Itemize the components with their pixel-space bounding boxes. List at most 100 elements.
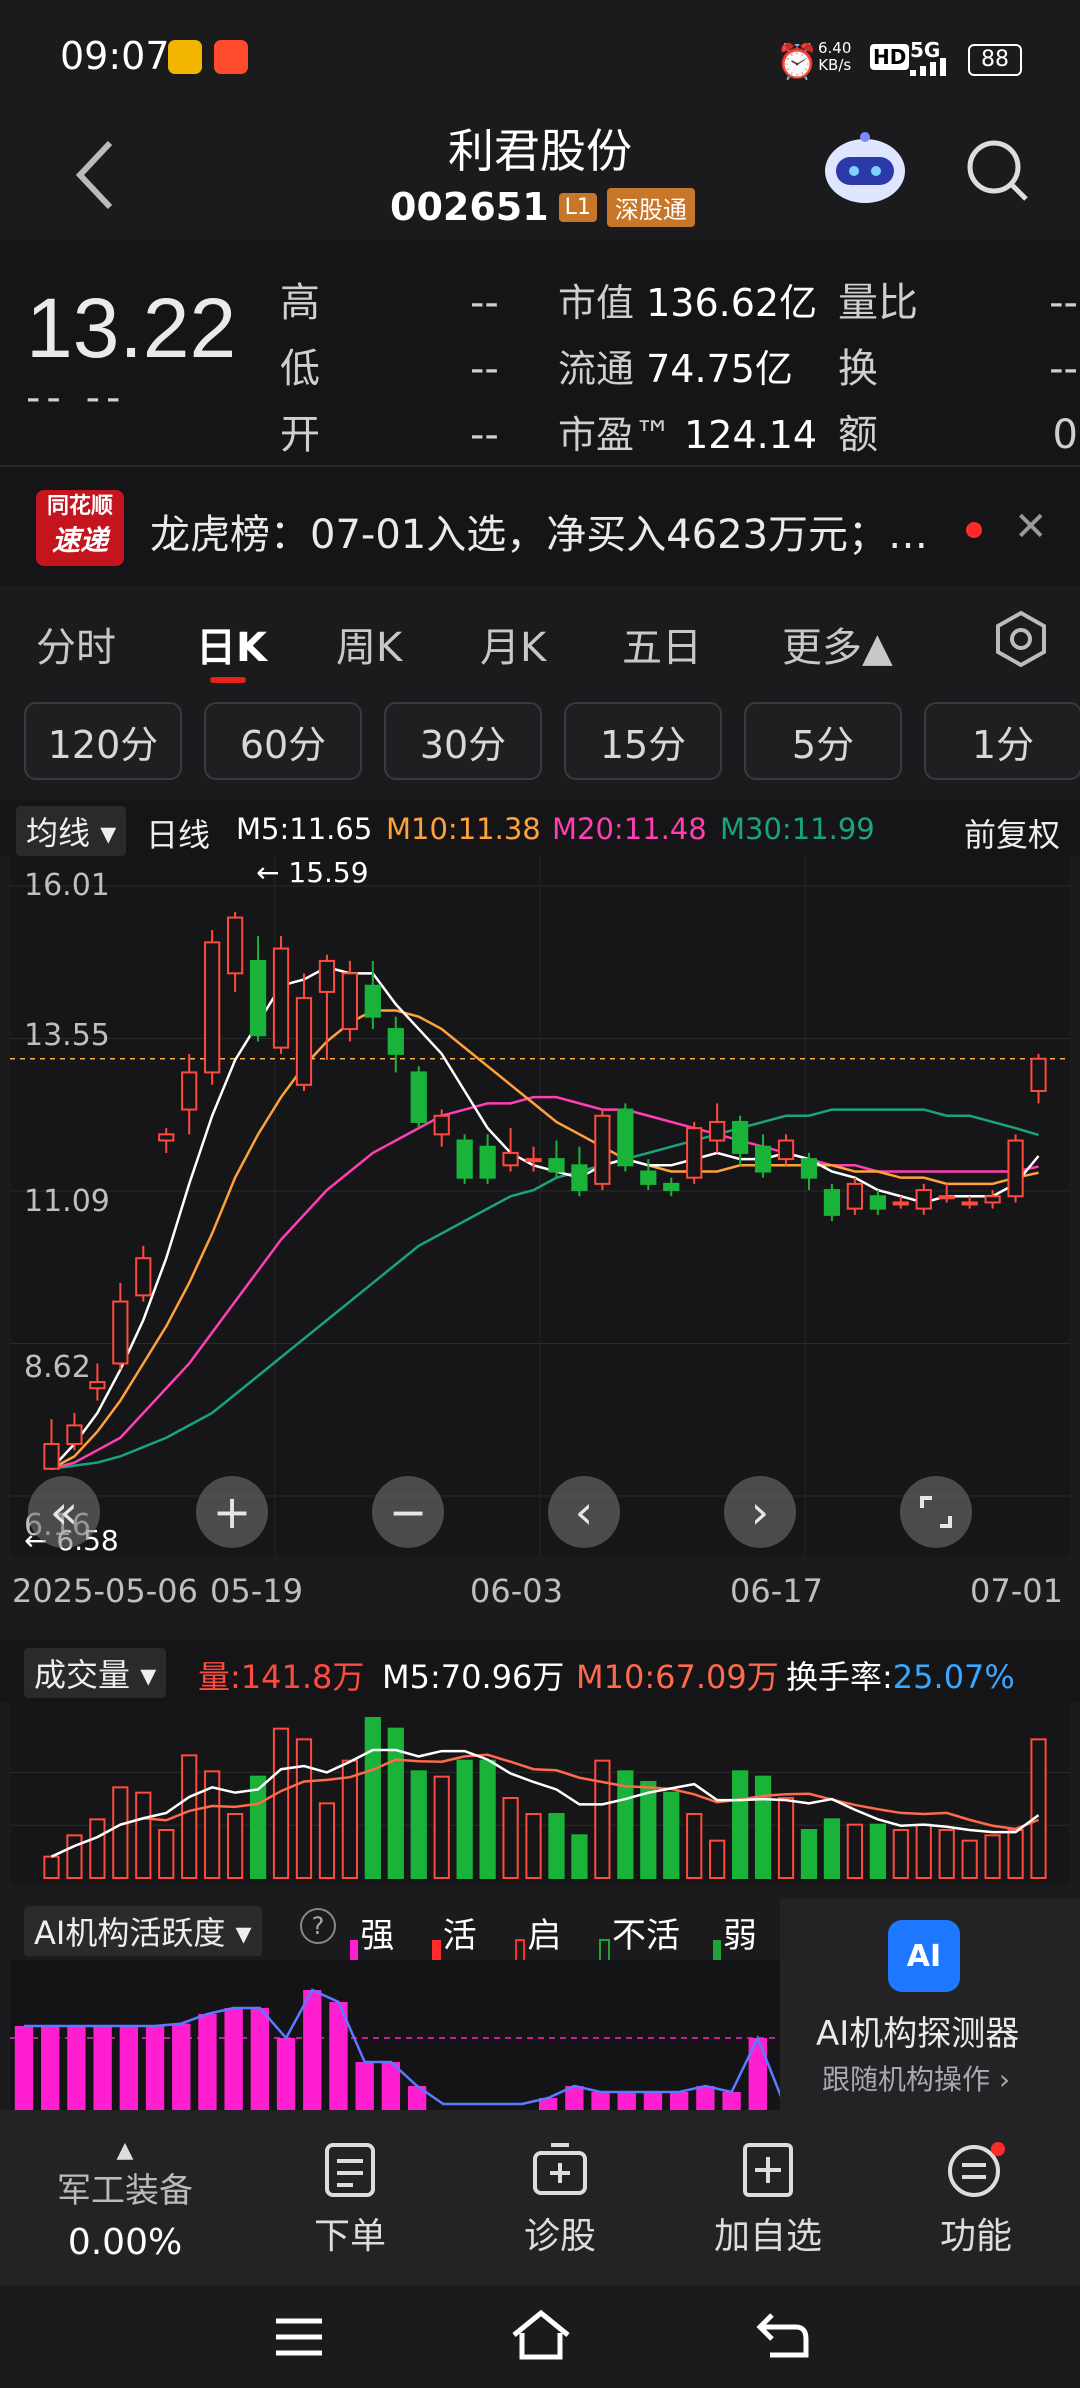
zoom-out-button[interactable]: − — [372, 1476, 444, 1548]
volume-chart[interactable] — [10, 1702, 1070, 1884]
volume-bar — [181, 1754, 198, 1879]
tab-five-day[interactable]: 五日 — [622, 615, 702, 673]
ai-activity-bar — [93, 2026, 112, 2110]
ai-detector-promo[interactable]: AI AI机构探测器 跟随机构操作 › — [780, 1898, 1080, 2110]
ai-activity-bar — [119, 2026, 138, 2110]
add-watchlist-icon — [743, 2143, 793, 2197]
ai-activity-bar — [303, 1990, 322, 2110]
candle-body — [869, 1195, 886, 1210]
stock-code: 002651 — [390, 185, 549, 229]
close-icon[interactable]: ✕ — [1014, 504, 1048, 550]
ai-activity-chart[interactable] — [10, 1960, 780, 2110]
low-label: 低 — [280, 346, 320, 392]
help-icon[interactable]: ? — [300, 1908, 336, 1944]
alarm-icon: ⏰ — [776, 42, 819, 82]
back-icon[interactable] — [70, 135, 120, 219]
amount-label: 额 — [838, 412, 878, 458]
high-value: -- — [470, 280, 499, 326]
order-button[interactable]: 下单 — [280, 2130, 420, 2270]
candle-body — [433, 1114, 450, 1136]
ai-activity-canvas — [10, 1988, 780, 2110]
ai-activity-selector[interactable]: AI机构活跃度 ▾ — [24, 1906, 262, 1956]
ai-activity-bar — [355, 2062, 374, 2110]
high-label: 高 — [280, 280, 320, 326]
volume-m5: M5:70.96万 — [382, 1658, 565, 1696]
candle-body — [456, 1139, 473, 1179]
candle-body — [686, 1127, 703, 1179]
news-ticker[interactable]: 同花顺 速递 龙虎榜：07-01入选，净买入4623万元；… ✕ — [0, 472, 1080, 582]
add-watchlist-button[interactable]: 加自选 — [698, 2130, 838, 2270]
chip-30min[interactable]: 30分 — [384, 702, 542, 780]
chip-5min[interactable]: 5分 — [744, 702, 902, 780]
candle-body — [548, 1158, 565, 1173]
volume-bar — [869, 1823, 886, 1879]
adjust-mode[interactable]: 前复权 — [964, 810, 1060, 856]
ai-activity-bar — [276, 2038, 296, 2110]
date-tick: 2025-05-06 — [12, 1572, 198, 1610]
volume-value: 量:141.8万 — [198, 1658, 365, 1696]
tab-intraday[interactable]: 分时 — [36, 615, 116, 673]
candle-body — [800, 1158, 818, 1179]
tab-more[interactable]: 更多▲ — [782, 615, 893, 673]
volume-bar — [66, 1834, 83, 1879]
ma20-value: M20:11.48 — [552, 812, 707, 846]
tab-weekly-k[interactable]: 周K — [336, 615, 402, 673]
ai-activity-legend: AI机构活跃度 ▾ ? 强势 活跃 启动 不活跃 弱势 — [0, 1898, 780, 2005]
ma10-value: M10:11.38 — [386, 812, 541, 846]
ai-activity-bar — [670, 2092, 689, 2110]
kline-chart[interactable]: 16.01 13.55 11.09 8.62 6.16 ← 15.59 ← 6.… — [10, 856, 1070, 1557]
scroll-left-button[interactable]: ‹ — [548, 1476, 620, 1548]
active-tab-indicator — [210, 677, 246, 683]
tab-monthly-k[interactable]: 月K — [480, 615, 546, 673]
volume-bar — [318, 1802, 336, 1879]
app-header: 利君股份 002651 L1 深股通 — [0, 115, 1080, 240]
price-tick: 13.55 — [24, 1018, 110, 1053]
ai-detector-subtitle: 跟随机构操作 › — [822, 2063, 1011, 2096]
float-label: 流通 — [558, 347, 635, 391]
sector-up-arrow-icon: ▲ — [116, 2137, 134, 2163]
fullscreen-icon[interactable] — [900, 1476, 972, 1548]
ai-activity-bar — [250, 2008, 270, 2110]
sector-item[interactable]: ▲ 军工装备 0.00% — [30, 2120, 220, 2280]
divider — [0, 465, 1080, 467]
ai-activity-bar — [617, 2092, 636, 2110]
scroll-right-button[interactable]: › — [724, 1476, 796, 1548]
functions-button[interactable]: 功能 — [906, 2130, 1046, 2270]
volume-bar — [686, 1813, 703, 1879]
home-icon[interactable] — [510, 2309, 572, 2365]
price-tick: 8.62 — [24, 1350, 91, 1385]
volume-bar — [571, 1834, 588, 1879]
candle-body — [158, 1133, 175, 1142]
ai-activity-bar — [643, 2092, 663, 2110]
hd-icon: HD — [870, 44, 910, 70]
menu-icon[interactable] — [274, 2315, 324, 2363]
diagnose-button[interactable]: 诊股 — [490, 2130, 630, 2270]
candle-body — [663, 1182, 680, 1192]
ma-selector[interactable]: 均线 ▾ — [16, 806, 127, 856]
scroll-left-fast-button[interactable]: « — [28, 1476, 100, 1548]
market-badge: 深股通 — [606, 187, 695, 227]
search-icon[interactable] — [962, 135, 1032, 209]
diagnose-label: 诊股 — [523, 2216, 596, 2257]
diagnose-icon — [533, 2143, 587, 2195]
robot-assistant-icon[interactable] — [820, 127, 910, 211]
settings-hex-icon[interactable] — [994, 609, 1048, 673]
volume-bar — [731, 1770, 749, 1879]
ma30-line — [51, 1108, 1039, 1470]
volume-bar — [112, 1786, 129, 1879]
back-nav-icon[interactable] — [756, 2311, 810, 2365]
volume-selector[interactable]: 成交量 ▾ — [24, 1648, 167, 1698]
tab-daily-k[interactable]: 日K — [196, 615, 267, 673]
ma10-line — [50, 1009, 1039, 1470]
minute-period-chips: 120分 60分 30分 15分 5分 1分 — [0, 700, 1080, 800]
volume-bar — [754, 1775, 772, 1879]
candle-body — [272, 947, 290, 1049]
candle-body — [43, 1442, 60, 1470]
chip-60min[interactable]: 60分 — [204, 702, 362, 780]
zoom-in-button[interactable]: + — [196, 1476, 268, 1548]
chip-1min[interactable]: 1分 — [924, 702, 1080, 780]
chip-15min[interactable]: 15分 — [564, 702, 722, 780]
candle-body — [249, 959, 267, 1037]
chip-120min[interactable]: 120分 — [24, 702, 182, 780]
candle-body — [617, 1108, 634, 1167]
